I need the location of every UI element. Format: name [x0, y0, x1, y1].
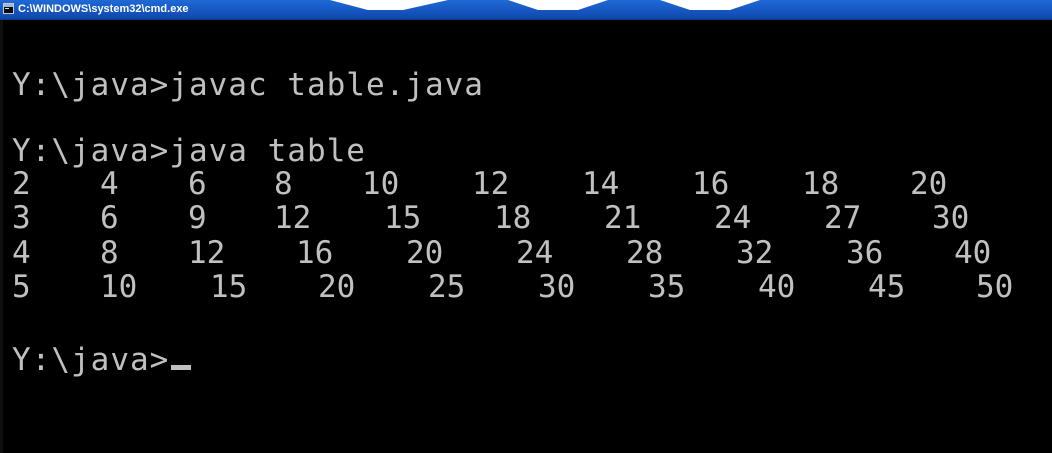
cmd-window: C:\WINDOWS\system32\cmd.exe Y:\java>java… — [0, 0, 1052, 453]
output-cell: 3 — [12, 200, 31, 236]
output-cell: 12 — [274, 200, 312, 236]
output-cell: 27 — [824, 200, 862, 236]
output-cell: 12 — [472, 166, 510, 202]
output-cell: 30 — [932, 200, 970, 236]
output-cell: 20 — [406, 235, 444, 271]
output-cell: 35 — [648, 269, 686, 305]
output-cell: 36 — [846, 235, 884, 271]
output-cell: 16 — [692, 166, 730, 202]
output-cell: 8 — [100, 235, 119, 271]
window-border — [0, 20, 3, 453]
command-text: javac table.java — [169, 67, 484, 103]
output-row: 3 6 9 12 15 18 21 24 27 30 — [0, 201, 1052, 235]
output-cell: 50 — [976, 269, 1014, 305]
prompt-text: Y:\java> — [12, 67, 170, 103]
command-text: java table — [169, 133, 366, 169]
console-output-area[interactable]: Y:\java>javac table.java Y:\java>java ta… — [0, 20, 1052, 453]
output-cell: 32 — [736, 235, 774, 271]
prompt-text: Y:\java> — [12, 133, 170, 169]
output-cell: 24 — [714, 200, 752, 236]
output-cell: 16 — [296, 235, 334, 271]
output-cell: 28 — [626, 235, 664, 271]
output-row: 2 4 6 8 10 12 14 16 18 20 — [0, 167, 1052, 201]
output-cell: 15 — [384, 200, 422, 236]
output-cell: 21 — [604, 200, 642, 236]
output-cell: 40 — [954, 235, 992, 271]
text-cursor — [171, 365, 192, 370]
output-cell: 18 — [494, 200, 532, 236]
output-cell: 25 — [428, 269, 466, 305]
output-cell: 5 — [12, 269, 31, 305]
active-prompt-line[interactable]: Y:\java> — [12, 342, 192, 378]
output-cell: 4 — [100, 166, 119, 202]
output-cell: 9 — [188, 200, 207, 236]
output-cell: 10 — [100, 269, 138, 305]
output-cell: 20 — [318, 269, 356, 305]
output-row: 4 8 12 16 20 24 28 32 36 40 — [0, 236, 1052, 270]
command-line: Y:\java>javac table.java — [12, 68, 484, 102]
output-cell: 15 — [210, 269, 248, 305]
output-cell: 6 — [188, 166, 207, 202]
output-cell: 2 — [12, 166, 31, 202]
output-cell: 24 — [516, 235, 554, 271]
output-cell: 12 — [188, 235, 226, 271]
output-cell: 20 — [910, 166, 948, 202]
command-line: Y:\java>java table — [12, 134, 366, 168]
output-row: 5 10 15 20 25 30 35 40 45 50 — [0, 270, 1052, 304]
output-cell: 6 — [100, 200, 119, 236]
output-cell: 4 — [12, 235, 31, 271]
output-cell: 45 — [868, 269, 906, 305]
output-cell: 10 — [362, 166, 400, 202]
console-icon[interactable] — [3, 3, 14, 14]
prompt-text: Y:\java> — [12, 342, 170, 378]
window-title: C:\WINDOWS\system32\cmd.exe — [18, 3, 189, 15]
output-cell: 40 — [758, 269, 796, 305]
output-cell: 18 — [802, 166, 840, 202]
output-cell: 8 — [274, 166, 293, 202]
output-cell: 30 — [538, 269, 576, 305]
output-cell: 14 — [582, 166, 620, 202]
